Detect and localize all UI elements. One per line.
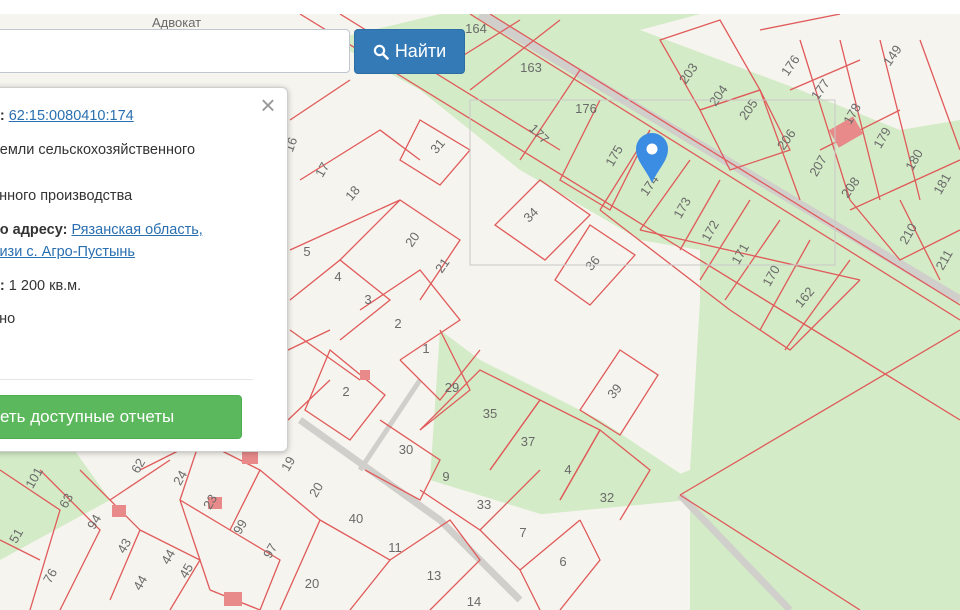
parcel-label: 40 <box>349 511 363 526</box>
parcel-label: 18 <box>342 183 363 204</box>
parcel-label: 13 <box>427 568 441 583</box>
parcel-label: 6 <box>559 554 566 569</box>
search-input[interactable] <box>0 29 350 73</box>
parcel-label: 32 <box>600 490 614 505</box>
area-key: ь: <box>0 278 5 294</box>
parcel-label: 176 <box>575 101 597 116</box>
address-link-line2[interactable]: лизи с. Агро-Пустынь <box>0 244 135 260</box>
parcel-label: 39 <box>604 381 625 402</box>
cadastral-number-link[interactable]: 62:15:0080410:174 <box>9 108 134 124</box>
parcel-label: 19 <box>278 454 298 474</box>
parcel-label: 21 <box>432 255 453 275</box>
area-value: 1 200 кв.м. <box>8 278 82 294</box>
parcel-label: 35 <box>483 406 497 421</box>
parcel-label: 45 <box>176 561 196 581</box>
parcel-label: 1 <box>422 341 429 356</box>
parcel-label: 37 <box>521 434 535 449</box>
parcel-label: 43 <box>114 536 134 556</box>
parcel-label: 5 <box>303 244 310 259</box>
status-line: ено <box>0 311 16 327</box>
parcel-label: 33 <box>477 497 491 512</box>
category-line: Земли сельскохозяйственного <box>0 142 196 158</box>
parcel-label: 11 <box>388 540 402 555</box>
close-icon[interactable]: × <box>257 92 279 118</box>
area-row: ь: 1 200 кв.м. <box>0 278 81 294</box>
parcel-label: 24 <box>170 468 190 488</box>
parcel-label: 2 <box>342 384 349 399</box>
parcel-label: 3 <box>364 292 371 307</box>
parcel-label: 94 <box>84 512 104 532</box>
parcel-label: 164 <box>465 21 487 36</box>
find-button-label: Найти <box>394 41 447 61</box>
parcel-label: 44 <box>158 547 178 567</box>
parcel-label: 7 <box>519 525 526 540</box>
parcel-label: 9 <box>442 469 449 484</box>
available-reports-button[interactable]: еть доступные отчеты <box>0 395 242 439</box>
use-line: енного производства <box>0 188 133 204</box>
parcel-label: 4 <box>564 462 571 477</box>
address-row-2: лизи с. Агро-Пустынь <box>0 244 135 260</box>
cadastral-number-row: о: 62:15:0080410:174 <box>0 108 134 124</box>
parcel-label: 20 <box>306 480 326 500</box>
divider <box>0 379 253 380</box>
parcel-label: 14 <box>467 594 481 609</box>
parcel-label: 30 <box>399 442 413 457</box>
address-row: по адресу: Рязанская область, <box>0 222 203 238</box>
parcel-label: 4 <box>334 269 341 284</box>
street-label: Адвокат <box>152 15 201 30</box>
address-key: по адресу: <box>0 222 68 238</box>
find-button[interactable]: Найти <box>354 29 465 74</box>
parcel-label: 20 <box>305 576 319 591</box>
search-icon <box>373 44 389 60</box>
parcel-label: 44 <box>130 573 150 593</box>
parcel-label: 62 <box>128 456 148 476</box>
parcel-label: 20 <box>402 229 423 249</box>
parcel-label: 29 <box>445 380 459 395</box>
parcel-info-popup: × о: 62:15:0080410:174 Земли сельскохозя… <box>0 87 288 452</box>
parcel-label: 163 <box>520 60 542 75</box>
address-link-line1[interactable]: Рязанская область, <box>71 222 202 238</box>
cadastral-number-key: о: <box>0 108 5 124</box>
parcel-label: 99 <box>230 517 250 537</box>
top-strip <box>0 0 960 14</box>
parcel-label: 2 <box>394 316 401 331</box>
